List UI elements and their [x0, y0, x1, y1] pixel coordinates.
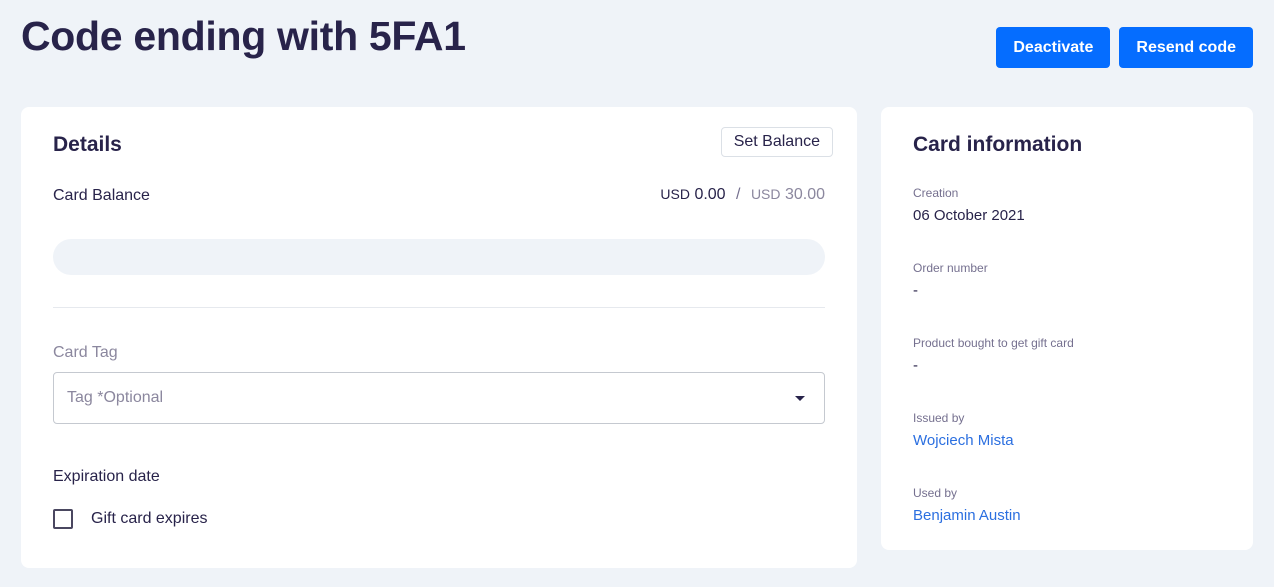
details-card: Details Set Balance Card Balance USD 0.0…	[21, 107, 857, 568]
order-number-value: -	[913, 282, 918, 299]
creation-date-value: 06 October 2021	[913, 207, 1025, 224]
balance-progress-bar	[53, 239, 825, 275]
header-actions: Deactivate Resend code	[996, 27, 1253, 68]
details-heading: Details	[53, 133, 122, 156]
initial-balance-currency: USD	[750, 186, 781, 202]
expiration-date-label: Expiration date	[53, 468, 160, 485]
current-balance-amount: 0.00	[694, 186, 726, 203]
deactivate-button[interactable]: Deactivate	[996, 27, 1111, 68]
card-balance-values: USD 0.00 / USD 30.00	[660, 186, 825, 204]
page-title: Code ending with 5FA1	[21, 13, 466, 59]
gift-card-page: Code ending with 5FA1 Deactivate Resend …	[0, 0, 1274, 587]
used-by-link[interactable]: Benjamin Austin	[913, 507, 1233, 524]
gift-card-expires-option[interactable]: Gift card expires	[53, 509, 207, 529]
balance-separator: /	[736, 186, 741, 203]
info-item-issued-by: Issued by Wojciech Mista	[913, 411, 1233, 486]
info-label: Order number	[913, 261, 988, 275]
info-item-used-by: Used by Benjamin Austin	[913, 486, 1233, 561]
issued-by-link[interactable]: Wojciech Mista	[913, 432, 1233, 449]
set-balance-button[interactable]: Set Balance	[720, 127, 833, 157]
info-label: Used by	[913, 486, 958, 500]
card-information-heading: Card information	[913, 133, 1083, 156]
section-divider	[53, 307, 825, 308]
resend-code-button[interactable]: Resend code	[1119, 27, 1253, 68]
info-label: Creation	[913, 186, 959, 200]
initial-balance-amount: 30.00	[784, 186, 825, 203]
gift-card-expires-label: Gift card expires	[91, 510, 208, 527]
info-item-creation: Creation 06 October 2021	[913, 186, 1233, 261]
card-tag-select[interactable]	[53, 372, 825, 424]
info-label: Issued by	[913, 411, 965, 425]
info-label: Product bought to get gift card	[913, 336, 1074, 350]
card-information-list: Creation 06 October 2021 Order number - …	[913, 186, 1233, 561]
card-balance-label: Card Balance	[53, 187, 150, 204]
info-item-product: Product bought to get gift card -	[913, 336, 1233, 411]
card-tag-label: Card Tag	[53, 344, 118, 361]
product-value: -	[913, 357, 918, 374]
caret-down-icon[interactable]	[795, 396, 805, 401]
card-tag-input[interactable]	[54, 373, 824, 423]
checkbox-icon[interactable]	[53, 509, 73, 529]
info-item-order-number: Order number -	[913, 261, 1233, 336]
current-balance-currency: USD	[660, 186, 690, 202]
card-information-card: Card information Creation 06 October 202…	[881, 107, 1253, 550]
